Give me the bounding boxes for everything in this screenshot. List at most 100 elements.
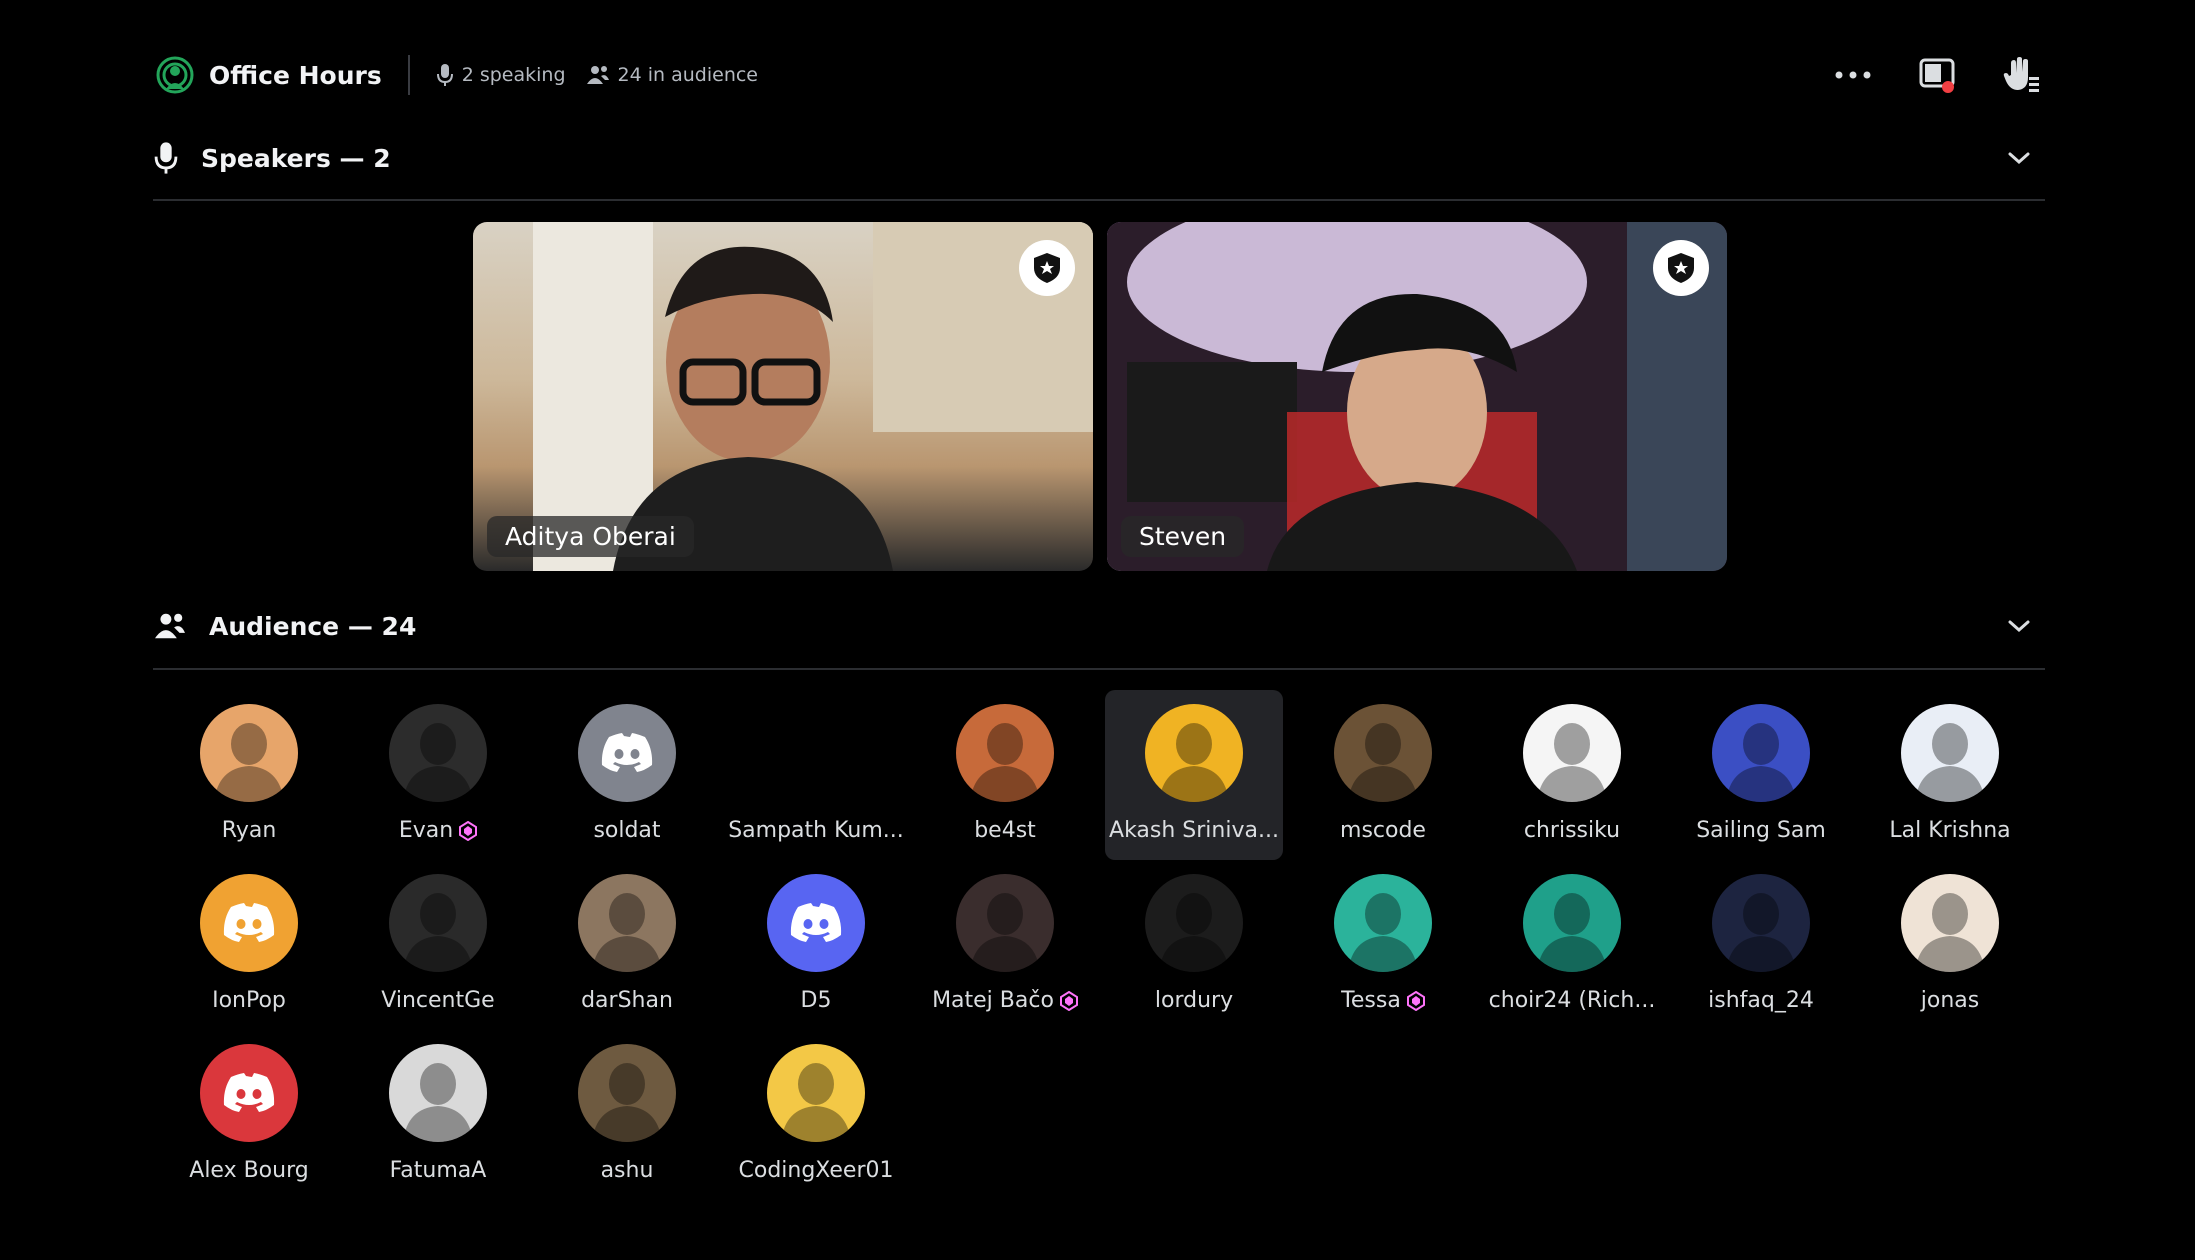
- member-name: jonas: [1921, 988, 1979, 1013]
- member-name-text: be4st: [974, 818, 1036, 843]
- member-name-text: Sampath Kum...: [728, 818, 904, 843]
- speaker-name-tag: Steven: [1121, 516, 1245, 557]
- user-silhouette-icon: [214, 723, 284, 802]
- speaker-name-tag: Aditya Oberai: [487, 516, 694, 557]
- member-name: CodingXeer01: [739, 1158, 894, 1183]
- user-silhouette-icon: [1537, 893, 1607, 972]
- section-divider: [153, 668, 2045, 670]
- audience-member[interactable]: Matej Bačo: [916, 860, 1094, 1030]
- avatar: [1712, 874, 1810, 972]
- audience-member[interactable]: Lal Krishna: [1861, 690, 2039, 860]
- avatar: [767, 874, 865, 972]
- member-name: IonPop: [212, 988, 286, 1013]
- audience-member[interactable]: darShan: [538, 860, 716, 1030]
- member-name-text: FatumaA: [389, 1158, 487, 1183]
- speaking-count: 2 speaking: [436, 63, 566, 87]
- audience-member[interactable]: mscode: [1294, 690, 1472, 860]
- header-actions: [1829, 46, 2045, 104]
- member-name: Alex Bourg: [189, 1158, 308, 1183]
- user-silhouette-icon: [592, 893, 662, 972]
- member-name-text: D5: [800, 988, 832, 1013]
- member-name: ishfaq_24: [1708, 988, 1814, 1013]
- audience-member[interactable]: Alex Bourg: [160, 1030, 338, 1200]
- member-name: D5: [801, 988, 832, 1013]
- audience-member[interactable]: Akash Sriniva...: [1105, 690, 1283, 860]
- audience-member[interactable]: ishfaq_24: [1672, 860, 1850, 1030]
- discord-logo-icon: [223, 903, 275, 942]
- more-options-button[interactable]: [1829, 51, 1877, 99]
- header-divider: [407, 55, 410, 95]
- user-silhouette-icon: [1348, 893, 1418, 972]
- member-name-text: Evan: [398, 818, 454, 843]
- member-name-text: choir24 (Rich...: [1488, 988, 1656, 1013]
- member-name-text: CodingXeer01: [738, 1158, 894, 1183]
- user-silhouette-icon: [592, 1063, 662, 1142]
- audience-member[interactable]: chrissiku: [1483, 690, 1661, 860]
- avatar: [1145, 704, 1243, 802]
- member-name-text: ishfaq_24: [1708, 988, 1814, 1013]
- member-name: Evan: [398, 818, 478, 843]
- raise-hand-button[interactable]: [1997, 51, 2045, 99]
- avatar: [956, 704, 1054, 802]
- audience-member[interactable]: IonPop: [160, 860, 338, 1030]
- audience-member[interactable]: Evan: [349, 690, 527, 860]
- speaker-video-tile[interactable]: Aditya Oberai: [473, 222, 1093, 571]
- audience-icon: [155, 613, 185, 639]
- channel-header: Office Hours 2 speaking 24 in audience: [153, 46, 2045, 104]
- audience-member[interactable]: jonas: [1861, 860, 2039, 1030]
- discord-logo-icon: [601, 733, 653, 772]
- chevron-down-icon[interactable]: [2003, 610, 2035, 642]
- popout-icon: [1919, 58, 1955, 93]
- audience-member[interactable]: lordury: [1105, 860, 1283, 1030]
- audience-member[interactable]: Sailing Sam: [1672, 690, 1850, 860]
- popout-button[interactable]: [1913, 51, 1961, 99]
- member-name-text: soldat: [593, 818, 661, 843]
- stage-channel-icon: [153, 53, 197, 97]
- avatar: [1901, 874, 1999, 972]
- member-name-text: lordury: [1154, 988, 1234, 1013]
- chevron-down-icon[interactable]: [2003, 142, 2035, 174]
- speakers-section-header[interactable]: Speakers — 2: [153, 130, 2045, 186]
- speaker-video-tile[interactable]: Steven: [1107, 222, 1727, 571]
- user-silhouette-icon: [1915, 723, 1985, 802]
- audience-member[interactable]: D5: [727, 860, 905, 1030]
- member-name-text: darShan: [581, 988, 673, 1013]
- audience-icon: [586, 66, 609, 84]
- user-silhouette-icon: [1537, 723, 1607, 802]
- audience-member[interactable]: VincentGe: [349, 860, 527, 1030]
- avatar: [1712, 704, 1810, 802]
- moderator-badge: [1019, 240, 1075, 296]
- audience-member[interactable]: soldat: [538, 690, 716, 860]
- audience-label: Audience — 24: [209, 611, 417, 641]
- member-name: Matej Bačo: [932, 988, 1078, 1013]
- audience-member[interactable]: Sampath Kum...: [727, 690, 905, 860]
- audience-member[interactable]: CodingXeer01: [727, 1030, 905, 1200]
- user-silhouette-icon: [1726, 723, 1796, 802]
- member-name: darShan: [581, 988, 673, 1013]
- avatar: [1901, 704, 1999, 802]
- audience-member[interactable]: Ryan: [160, 690, 338, 860]
- discord-logo-icon: [790, 903, 842, 942]
- avatar: [767, 704, 865, 802]
- member-name-text: Alex Bourg: [189, 1158, 309, 1183]
- avatar: [389, 874, 487, 972]
- raise-hand-icon: [2003, 57, 2039, 92]
- member-name-text: Akash Sriniva...: [1109, 818, 1279, 843]
- audience-member[interactable]: ashu: [538, 1030, 716, 1200]
- audience-section-header[interactable]: Audience — 24: [153, 598, 2045, 654]
- avatar: [578, 1044, 676, 1142]
- user-silhouette-icon: [403, 893, 473, 972]
- audience-member[interactable]: choir24 (Rich...: [1483, 860, 1661, 1030]
- audience-member[interactable]: FatumaA: [349, 1030, 527, 1200]
- moderator-badge: [1653, 240, 1709, 296]
- user-silhouette-icon: [1159, 723, 1229, 802]
- member-name: choir24 (Rich...: [1489, 988, 1656, 1013]
- shield-star-icon: [1668, 253, 1694, 283]
- member-name-text: chrissiku: [1523, 818, 1621, 843]
- user-silhouette-icon: [1726, 893, 1796, 972]
- avatar: [200, 704, 298, 802]
- audience-member[interactable]: be4st: [916, 690, 1094, 860]
- member-name: Ryan: [222, 818, 277, 843]
- audience-member[interactable]: Tessa: [1294, 860, 1472, 1030]
- member-name: Tessa: [1341, 988, 1425, 1013]
